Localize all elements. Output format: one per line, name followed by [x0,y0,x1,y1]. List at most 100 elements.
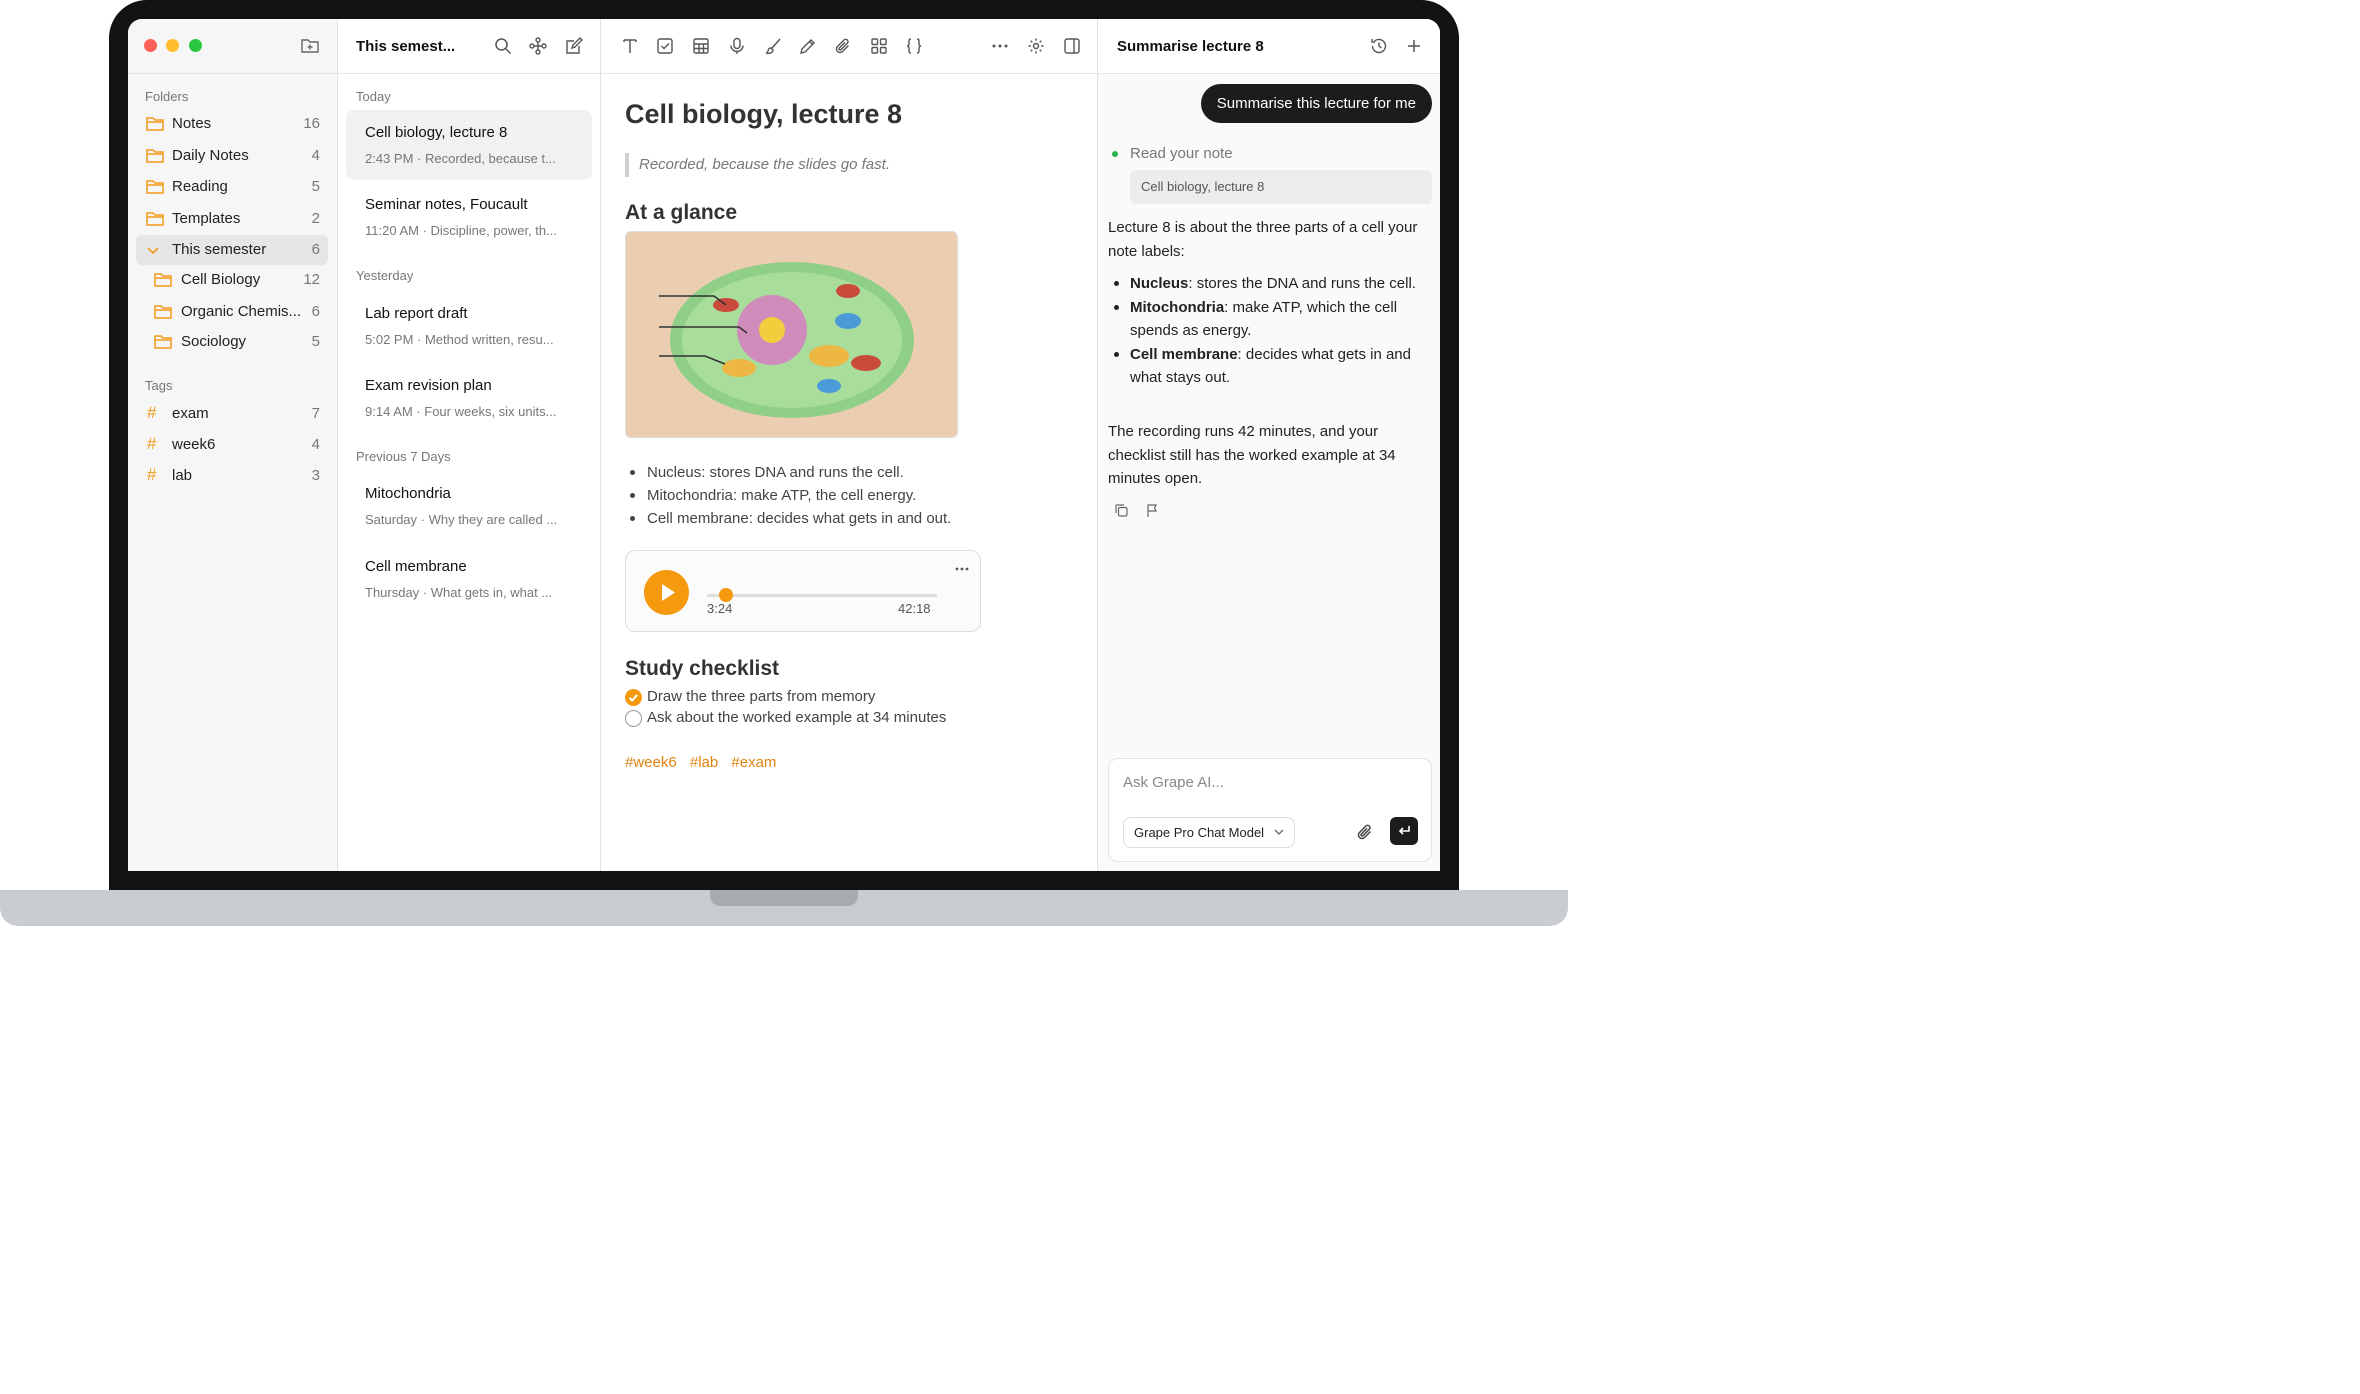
minimize-window-button[interactable] [166,39,179,52]
note-meta: 5:02 PM · Method written, resu... [365,332,554,347]
note-item[interactable]: Mitochondria Saturday · Why they are cal… [346,471,592,541]
folder-sociology[interactable]: Sociology 5 [136,327,328,357]
search-icon[interactable] [494,37,512,55]
note-item[interactable]: Seminar notes, Foucault 11:20 AM · Disci… [346,182,592,252]
gear-icon[interactable] [1027,37,1045,55]
note-title-heading[interactable]: Cell biology, lecture 8 [625,99,902,130]
note-list-title: This semest... [356,38,456,55]
folder-icon [146,179,164,199]
bullet-item[interactable]: Cell membrane: decides what gets in and … [625,507,951,530]
folders-section-label: Folders [145,89,189,104]
audio-scrubber-handle[interactable] [718,588,733,602]
maximize-window-button[interactable] [189,39,202,52]
sidebar-toggle-icon[interactable] [1063,37,1081,55]
folder-organic-chemistry[interactable]: Organic Chemis... 6 [136,297,328,327]
ai-chat-panel: Summarise lecture 8 Summarise this lectu… [1098,19,1440,871]
note-item[interactable]: Exam revision plan 9:14 AM · Four weeks,… [346,363,592,433]
chevron-down-icon[interactable] [146,244,160,262]
checklist-item-text[interactable]: Draw the three parts from memory [647,688,875,705]
folder-count: 5 [311,333,320,350]
point-text: : stores the DNA and runs the cell. [1188,275,1416,292]
folder-count: 2 [311,210,320,227]
send-button[interactable] [1390,817,1418,845]
note-meta: 2:43 PM · Recorded, because t... [365,151,556,166]
note-title: Cell membrane [365,558,467,575]
history-icon[interactable] [1370,37,1388,55]
cell-diagram-image[interactable] [625,231,958,438]
code-braces-icon[interactable] [905,37,923,55]
glance-heading[interactable]: At a glance [625,201,737,225]
folder-count: 12 [303,271,320,288]
play-button[interactable] [644,570,689,615]
note-item[interactable]: Cell biology, lecture 8 2:43 PM · Record… [346,110,592,180]
folder-count: 16 [303,115,320,132]
attachment-icon[interactable] [834,37,852,55]
tag-link[interactable]: #lab [690,754,718,771]
tag-exam[interactable]: # exam 7 [136,399,328,429]
more-icon[interactable] [954,561,970,577]
tag-link[interactable]: #exam [731,754,776,771]
audio-progress-track[interactable] [707,588,937,602]
folder-count: 4 [311,147,320,164]
checklist-item-text[interactable]: Ask about the worked example at 34 minut… [647,709,946,726]
tool-status: Read your note [1130,145,1233,162]
tag-week6[interactable]: # week6 4 [136,430,328,460]
model-selector-label: Grape Pro Chat Model [1134,825,1265,840]
checked-checkbox-icon[interactable] [625,689,642,706]
folder-this-semester[interactable]: This semester 6 [136,235,328,265]
text-format-icon[interactable] [621,37,639,55]
editor-toolbar [601,19,1097,74]
folder-icon [146,211,164,231]
bullet-item[interactable]: Nucleus: stores DNA and runs the cell. [625,461,951,484]
audio-player: 3:24 42:18 [625,550,981,632]
folder-icon [146,116,164,136]
grid-icon[interactable] [870,37,888,55]
tool-note-reference[interactable]: Cell biology, lecture 8 [1130,170,1432,204]
compose-icon[interactable] [565,37,583,55]
folder-cell-biology[interactable]: Cell Biology 12 [136,265,328,295]
checkbox-icon[interactable] [656,37,674,55]
microphone-icon[interactable] [728,37,746,55]
folder-icon [146,148,164,168]
folder-label: Sociology [181,333,247,350]
plus-icon[interactable] [1405,37,1423,55]
more-icon[interactable] [991,37,1009,55]
note-quote[interactable]: Recorded, because the slides go fast. [625,153,890,177]
folder-notes[interactable]: Notes 16 [136,109,328,139]
note-list: This semest... Today Cell biology, lectu… [338,19,601,871]
note-meta: 9:14 AM · Four weeks, six units... [365,404,557,419]
folder-templates[interactable]: Templates 2 [136,204,328,234]
chat-input[interactable]: Ask Grape AI... [1123,774,1224,791]
pen-icon[interactable] [799,37,817,55]
assistant-points: Nucleus: stores the DNA and runs the cel… [1108,272,1434,390]
point-term: Mitochondria [1130,298,1225,316]
folder-label: Notes [172,115,212,132]
close-window-button[interactable] [144,39,157,52]
folder-reading[interactable]: Reading 5 [136,172,328,202]
attachment-icon[interactable] [1356,823,1374,841]
tag-lab[interactable]: # lab 3 [136,461,328,491]
note-item[interactable]: Cell membrane Thursday · What gets in, w… [346,544,592,614]
checklist-heading[interactable]: Study checklist [625,657,779,681]
note-item[interactable]: Lab report draft 5:02 PM · Method writte… [346,291,592,361]
table-icon[interactable] [692,37,710,55]
folder-daily-notes[interactable]: Daily Notes 4 [136,141,328,171]
brush-icon[interactable] [764,37,782,55]
chevron-down-icon [1274,828,1284,836]
folder-count: 6 [311,303,320,320]
hash-icon: # [147,465,157,484]
graph-icon[interactable] [529,37,547,55]
hash-icon: # [147,403,157,422]
folder-label: Reading [172,178,228,195]
unchecked-checkbox-icon[interactable] [625,710,642,727]
flag-icon[interactable] [1145,503,1160,518]
tag-link[interactable]: #week6 [625,754,677,771]
laptop-notch [710,890,858,906]
new-folder-icon[interactable] [301,37,319,53]
copy-icon[interactable] [1114,503,1129,518]
folder-label: Organic Chemis... [181,303,302,320]
tag-label: lab [172,467,193,484]
model-selector[interactable]: Grape Pro Chat Model [1123,817,1296,848]
tag-label: exam [172,405,209,422]
bullet-item[interactable]: Mitochondria: make ATP, the cell energy. [625,484,951,507]
